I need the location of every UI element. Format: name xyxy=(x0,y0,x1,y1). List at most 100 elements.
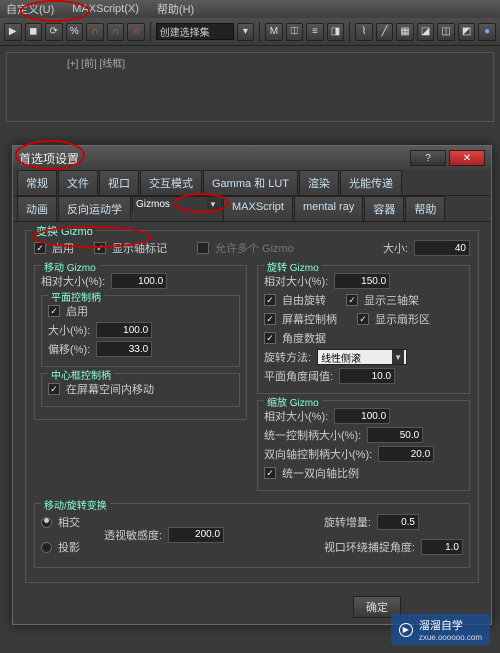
tab-gamma[interactable]: Gamma 和 LUT xyxy=(203,170,298,195)
cb-free-rotate[interactable]: ✓ xyxy=(264,294,276,306)
spin-plane-size[interactable]: 100.0 xyxy=(96,322,152,338)
legend-center: 中心框控制柄 xyxy=(48,367,114,382)
selection-set-dropdown[interactable]: 创建选择集 xyxy=(156,23,234,40)
group-move-rotate-transform: 移动/旋转变换 相交 投影 透视敏感度: 200.0 xyxy=(34,503,470,568)
tool-btn-1[interactable]: ▶ xyxy=(4,23,22,41)
cb-enable[interactable]: ✓ xyxy=(34,242,46,254)
lbl-rot-incr: 旋转增量: xyxy=(324,514,371,530)
cb-show-pie[interactable]: ✓ xyxy=(357,313,369,325)
menu-customize[interactable]: 自定义(U) xyxy=(6,1,54,17)
tab-mentalray[interactable]: mental ray xyxy=(294,196,363,221)
tab-viewports[interactable]: 视口 xyxy=(99,170,139,195)
tool-btn-c[interactable]: ◩ xyxy=(458,23,476,41)
tab-ik[interactable]: 反向运动学 xyxy=(58,196,131,221)
legend-transform: 变换 Gizmo xyxy=(32,223,97,239)
lbl-allow-multi: 允许多个 Gizmo xyxy=(215,240,294,256)
spin-viewport-arc[interactable]: 1.0 xyxy=(421,539,463,555)
tool-btn-graph[interactable]: ╱ xyxy=(376,23,394,41)
spin-plane-offset[interactable]: 33.0 xyxy=(96,341,152,357)
spin-planar-thresh[interactable]: 10.0 xyxy=(339,368,395,384)
tool-btn-m[interactable]: M xyxy=(265,23,283,41)
help-button[interactable]: ? xyxy=(410,150,446,166)
tab-general[interactable]: 常规 xyxy=(17,170,57,195)
lbl-viewport-arc: 视口环绕捕捉角度: xyxy=(324,539,415,555)
radio-project[interactable] xyxy=(41,542,52,553)
legend-scale: 缩放 Gizmo xyxy=(264,394,322,409)
tool-btn-mirror[interactable]: ⎅ xyxy=(286,23,304,41)
spin-rot-incr[interactable]: 0.5 xyxy=(377,514,419,530)
sel-method[interactable]: 线性侧滚 xyxy=(317,349,407,365)
spin-rot-rel[interactable]: 150.0 xyxy=(334,273,390,289)
tool-btn-a[interactable]: ◪ xyxy=(417,23,435,41)
lbl-intersect: 相交 xyxy=(58,514,80,530)
tab-gizmos[interactable]: Gizmos xyxy=(132,196,222,212)
tool-btn-mag2[interactable]: ∩ xyxy=(107,23,125,41)
tool-btn-render[interactable]: ● xyxy=(478,23,496,41)
cb-screen-handle[interactable]: ✓ xyxy=(264,313,276,325)
tool-btn-mag1[interactable]: ∩ xyxy=(86,23,104,41)
cb-uniform-ratio[interactable]: ✓ xyxy=(264,467,276,479)
lbl-plane-size: 大小(%): xyxy=(48,322,90,338)
tab-help[interactable]: 帮助 xyxy=(405,196,445,221)
spin-size[interactable]: 40 xyxy=(414,240,470,256)
watermark-text: 溜溜自学 xyxy=(419,617,482,633)
cb-show-axis[interactable]: ✓ xyxy=(94,242,106,254)
main-toolbar: ▶ ◼ ⟳ % ∩ ∩ ∩ 创建选择集 ▾ M ⎅ ≡ ◨ ⌇ ╱ ▦ ◪ ◫ … xyxy=(0,18,500,46)
group-scale-gizmo: 缩放 Gizmo 相对大小(%): 100.0 统一控制柄大小(%): 50.0… xyxy=(257,400,470,491)
tool-btn-mag3[interactable]: ∩ xyxy=(127,23,145,41)
play-icon: ▶ xyxy=(399,623,413,637)
cb-show-tripod[interactable]: ✓ xyxy=(346,294,358,306)
cb-angle-data[interactable]: ✓ xyxy=(264,332,276,344)
lbl-biaxial: 双向轴控制柄大小(%): xyxy=(264,446,372,462)
lbl-free-rotate: 自由旋转 xyxy=(282,292,326,308)
tool-btn-2[interactable]: ◼ xyxy=(25,23,43,41)
lbl-size: 大小: xyxy=(383,240,408,256)
watermark: ▶ 溜溜自学 zxue.oooooo.com xyxy=(391,614,490,645)
lbl-center-move: 在屏幕空间内移动 xyxy=(66,381,154,397)
lbl-show-tripod: 显示三轴架 xyxy=(364,292,419,308)
menu-help[interactable]: 帮助(H) xyxy=(157,1,194,17)
tool-btn-arc[interactable]: ⟳ xyxy=(45,23,63,41)
tab-animation[interactable]: 动画 xyxy=(17,196,57,221)
group-move-gizmo: 移动 Gizmo 相对大小(%): 100.0 平面控制柄 ✓ 启用 xyxy=(34,265,247,420)
spin-persp-sens[interactable]: 200.0 xyxy=(168,527,224,543)
cb-center-move[interactable]: ✓ xyxy=(48,383,60,395)
tool-btn-b[interactable]: ◫ xyxy=(437,23,455,41)
tab-interaction[interactable]: 交互模式 xyxy=(140,170,202,195)
tab-radiosity[interactable]: 光能传递 xyxy=(340,170,402,195)
spin-move-rel[interactable]: 100.0 xyxy=(111,273,167,289)
tool-btn-drop[interactable]: ▾ xyxy=(237,23,255,41)
lbl-plane-enable: 启用 xyxy=(66,303,88,319)
viewport[interactable]: [+] [前] [线框] xyxy=(6,52,494,122)
tool-btn-pct[interactable]: % xyxy=(66,23,84,41)
dialog-body: 变换 Gizmo ✓ 启用 ✓ 显示轴标记 允许多个 Gizmo 大小: 40 … xyxy=(13,222,491,599)
lbl-uniform-ratio: 统一双向轴比例 xyxy=(282,465,359,481)
tool-btn-layer[interactable]: ≡ xyxy=(306,23,324,41)
group-plane-handles: 平面控制柄 ✓ 启用 大小(%): 100.0 偏移(%): xyxy=(41,295,240,367)
tool-btn-sheet[interactable]: ▦ xyxy=(396,23,414,41)
tab-containers[interactable]: 容器 xyxy=(364,196,404,221)
lbl-show-axis: 显示轴标记 xyxy=(112,240,167,256)
spin-scale-rel[interactable]: 100.0 xyxy=(334,408,390,424)
lbl-show-pie: 显示扇形区 xyxy=(375,311,430,327)
dialog-title-text: 首选项设置 xyxy=(19,150,79,167)
lbl-screen-handle: 屏幕控制柄 xyxy=(282,311,337,327)
tab-files[interactable]: 文件 xyxy=(58,170,98,195)
cb-plane-enable[interactable]: ✓ xyxy=(48,305,60,317)
tool-btn-curve[interactable]: ⌇ xyxy=(355,23,373,41)
radio-intersect[interactable] xyxy=(41,517,52,528)
tab-render[interactable]: 渲染 xyxy=(299,170,339,195)
cb-allow-multi[interactable] xyxy=(197,242,209,254)
watermark-sub: zxue.oooooo.com xyxy=(419,633,482,642)
menu-maxscript[interactable]: MAXScript(X) xyxy=(72,3,139,15)
close-button[interactable]: ✕ xyxy=(449,150,485,166)
group-center-box: 中心框控制柄 ✓ 在屏幕空间内移动 xyxy=(41,373,240,407)
tool-btn-book[interactable]: ◨ xyxy=(327,23,345,41)
spin-uniform2[interactable]: 50.0 xyxy=(367,427,423,443)
lbl-planar-thresh: 平面角度阈值: xyxy=(264,368,333,384)
legend-move: 移动 Gizmo xyxy=(41,259,99,274)
legend-plane: 平面控制柄 xyxy=(48,289,104,304)
lbl-method: 旋转方法: xyxy=(264,349,311,365)
spin-biaxial[interactable]: 20.0 xyxy=(378,446,434,462)
tab-maxscript[interactable]: MAXScript xyxy=(223,196,293,221)
